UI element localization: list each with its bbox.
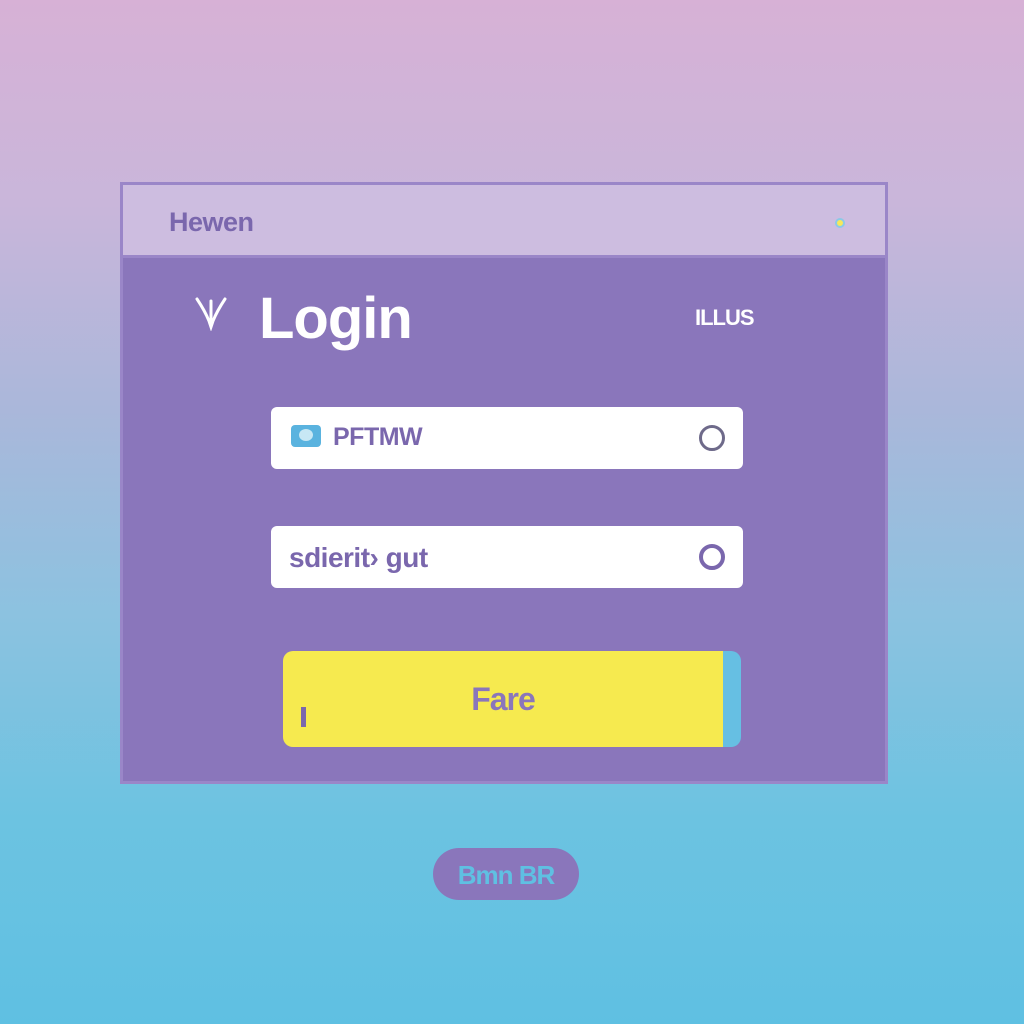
window-titlebar: Hewen [123,185,885,258]
password-value: sdierit› gut [289,542,428,573]
submit-button[interactable]: Fare [283,651,741,747]
username-value: PFTMW [333,423,423,451]
login-window: Hewen Login ILLUS PFTMW sdierit› gut Far… [120,182,888,784]
circle-icon[interactable] [699,425,725,451]
window-title: Hewen [169,207,254,237]
help-link[interactable]: ILLUS [695,305,755,331]
page-title: Login [259,286,413,351]
eye-icon[interactable] [699,544,725,570]
username-field[interactable]: PFTMW [271,407,743,469]
status-dot-icon [835,218,845,228]
user-card-icon [291,425,321,447]
footer-pill-button[interactable]: Bmn BR [433,848,579,900]
brand-logo-icon [195,297,227,331]
footer-pill-label: Bmn BR [457,860,556,890]
submit-label: Fare [471,681,536,717]
password-field[interactable]: sdierit› gut [271,526,743,588]
